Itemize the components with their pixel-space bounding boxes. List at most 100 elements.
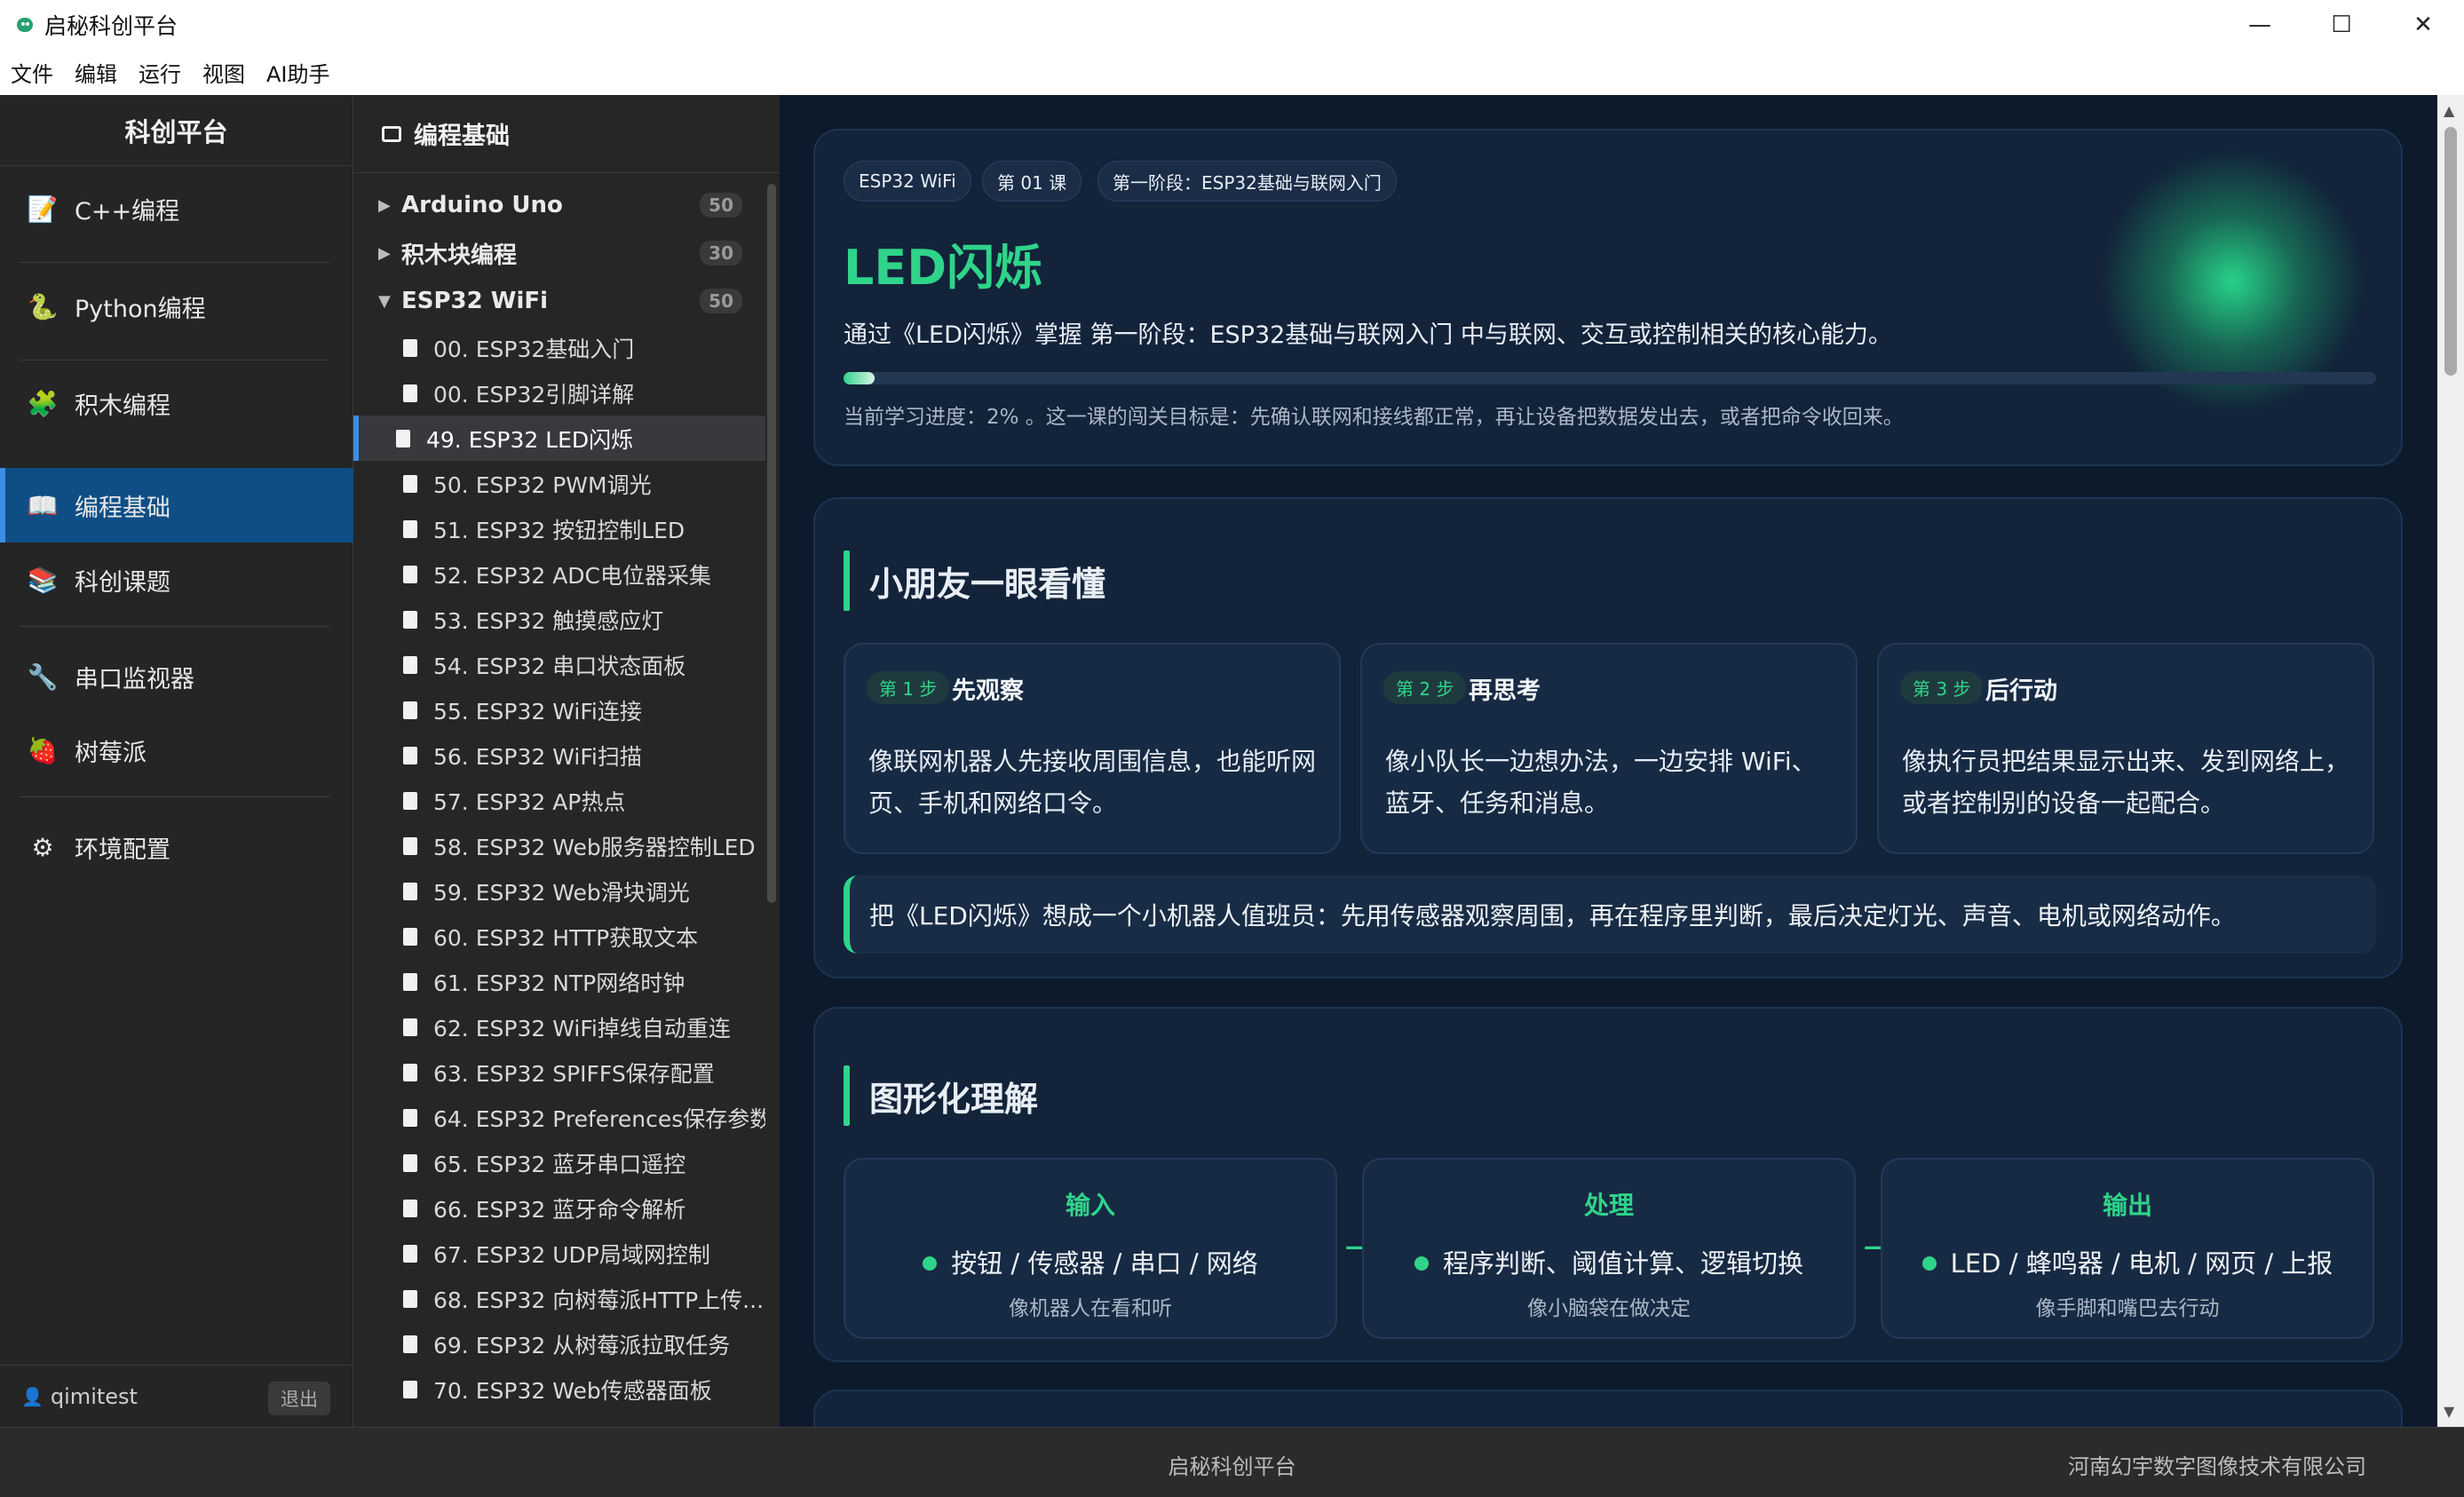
status-footer: 启秘科创平台 河南幻宇数字图像技术有限公司 bbox=[0, 1427, 2464, 1497]
document-icon bbox=[403, 655, 417, 674]
sidebar-item-env-config[interactable]: ⚙ 环境配置 bbox=[0, 810, 353, 884]
sidebar-item-cpp[interactable]: 📝 C++编程 bbox=[0, 171, 353, 246]
document-icon bbox=[403, 474, 417, 493]
count-badge: 50 bbox=[700, 289, 742, 313]
content-scrollbar[interactable]: ▲ ▼ bbox=[2437, 95, 2464, 1427]
lesson-item[interactable]: 59. ESP32 Web滑块调光 bbox=[353, 868, 765, 914]
lesson-item[interactable]: 55. ESP32 WiFi连接 bbox=[353, 687, 765, 733]
document-icon bbox=[403, 791, 417, 810]
lesson-item[interactable]: 58. ESP32 Web服务器控制LED bbox=[353, 823, 765, 868]
book-icon: 📖 bbox=[27, 490, 59, 520]
lesson-item[interactable]: 66. ESP32 蓝牙命令解析 bbox=[353, 1185, 765, 1231]
snake-icon: 🐍 bbox=[27, 291, 59, 321]
title-bar: 启秘科创平台 — ☐ ✕ bbox=[0, 0, 2464, 49]
sidebar-item-label: 串口监视器 bbox=[75, 665, 194, 693]
lesson-item[interactable]: 69. ESP32 从树莓派拉取任务 bbox=[353, 1321, 765, 1366]
menu-edit[interactable]: 编辑 bbox=[75, 57, 117, 88]
sidebar-brand: 科创平台 bbox=[0, 95, 353, 166]
lesson-item[interactable]: 60. ESP32 HTTP获取文本 bbox=[353, 914, 765, 959]
lesson-item[interactable]: 52. ESP32 ADC电位器采集 bbox=[353, 551, 765, 597]
lesson-item[interactable]: 00. ESP32基础入门 bbox=[353, 325, 765, 370]
course-tree: 编程基础 ▶ Arduino Uno 50 ▶ 积木块编程 30 ▼ ESP32… bbox=[353, 95, 780, 1427]
document-icon bbox=[403, 384, 417, 402]
flow-main-text: LED / 蜂鸣器 / 电机 / 网页 / 上报 bbox=[1950, 1248, 2333, 1279]
lesson-item[interactable]: 50. ESP32 PWM调光 bbox=[353, 461, 765, 506]
menu-view[interactable]: 视图 bbox=[202, 57, 245, 88]
lesson-content: ESP32 WiFi 第 01 课 第一阶段：ESP32基础与联网入门 LED闪… bbox=[780, 95, 2437, 1427]
tree-scrollbar[interactable] bbox=[767, 184, 776, 903]
close-button[interactable]: ✕ bbox=[2382, 0, 2464, 49]
step-title: 后行动 bbox=[1985, 677, 2057, 705]
lesson-label: 62. ESP32 WiFi掉线自动重连 bbox=[433, 1015, 731, 1042]
sidebar-item-python[interactable]: 🐍 Python编程 bbox=[0, 269, 353, 344]
lesson-label: 00. ESP32基础入门 bbox=[433, 336, 635, 362]
scrollbar-thumb[interactable] bbox=[2444, 127, 2457, 376]
lesson-label: 61. ESP32 NTP网络时钟 bbox=[433, 970, 685, 996]
lesson-item[interactable]: 63. ESP32 SPIFFS保存配置 bbox=[353, 1049, 765, 1095]
scroll-down-icon[interactable]: ▼ bbox=[2444, 1403, 2454, 1420]
lesson-item[interactable]: 65. ESP32 蓝牙串口遥控 bbox=[353, 1140, 765, 1185]
lesson-item[interactable]: 00. ESP32引脚详解 bbox=[353, 370, 765, 416]
maximize-button[interactable]: ☐ bbox=[2301, 0, 2382, 49]
count-badge: 50 bbox=[700, 193, 742, 218]
lesson-label: 56. ESP32 WiFi扫描 bbox=[433, 743, 642, 770]
menu-run[interactable]: 运行 bbox=[139, 57, 181, 88]
sidebar-item-serial-monitor[interactable]: 🔧 串口监视器 bbox=[0, 639, 353, 714]
lesson-title: LED闪烁 bbox=[844, 240, 1043, 296]
memo-icon: 📝 bbox=[27, 194, 59, 224]
sidebar-item-label: Python编程 bbox=[75, 295, 206, 323]
lesson-item[interactable]: 56. ESP32 WiFi扫描 bbox=[353, 733, 765, 778]
lesson-label: 00. ESP32引脚详解 bbox=[433, 381, 635, 408]
tree-category-esp32[interactable]: ▼ ESP32 WiFi 50 bbox=[353, 277, 762, 325]
lesson-item[interactable]: 61. ESP32 NTP网络时钟 bbox=[353, 959, 765, 1004]
tree-category-arduino[interactable]: ▶ Arduino Uno 50 bbox=[353, 181, 762, 229]
caret-right-icon: ▶ bbox=[378, 195, 391, 215]
section-title-text: 小朋友一眼看懂 bbox=[869, 564, 1106, 604]
lesson-item[interactable]: 68. ESP32 向树莓派HTTP上传... bbox=[353, 1276, 765, 1321]
sidebar-item-label: 积木编程 bbox=[75, 392, 170, 420]
menu-ai-assistant[interactable]: AI助手 bbox=[266, 57, 330, 88]
user-bar: 👤 qimitest 退出 bbox=[0, 1365, 353, 1427]
lesson-item[interactable]: 54. ESP32 串口状态面板 bbox=[353, 642, 765, 687]
document-icon bbox=[403, 927, 417, 946]
lesson-item[interactable]: 49. ESP32 LED闪烁 bbox=[353, 416, 765, 461]
minimize-button[interactable]: — bbox=[2219, 0, 2301, 49]
document-icon bbox=[403, 701, 417, 719]
lesson-label: 64. ESP32 Preferences保存参数 bbox=[433, 1105, 765, 1132]
sidebar-item-blocks[interactable]: 🧩 积木编程 bbox=[0, 366, 353, 440]
step-text: 像小队长一边想办法，一边安排 WiFi、蓝牙、任务和消息。 bbox=[1385, 747, 1817, 818]
step-text: 像联网机器人先接收周围信息，也能听网页、手机和网络口令。 bbox=[868, 747, 1317, 818]
document-icon bbox=[403, 1380, 417, 1398]
lesson-item[interactable]: 67. ESP32 UDP局域网控制 bbox=[353, 1231, 765, 1276]
lesson-label: 49. ESP32 LED闪烁 bbox=[426, 426, 634, 453]
logout-button[interactable]: 退出 bbox=[268, 1382, 330, 1415]
lesson-label: 55. ESP32 WiFi连接 bbox=[433, 698, 642, 725]
tree-category-blocks[interactable]: ▶ 积木块编程 30 bbox=[353, 229, 762, 277]
section-title: 图形化理解 bbox=[844, 1065, 1038, 1126]
document-icon bbox=[403, 882, 417, 900]
lesson-label: 58. ESP32 Web服务器控制LED bbox=[433, 834, 756, 860]
step-title: 再思考 bbox=[1469, 677, 1541, 705]
lesson-label: 63. ESP32 SPIFFS保存配置 bbox=[433, 1060, 715, 1087]
flow-output-box: 输出 LED / 蜂鸣器 / 电机 / 网页 / 上报 像手脚和嘴巴去行动 bbox=[1881, 1158, 2374, 1339]
progress-fill bbox=[844, 372, 875, 384]
lesson-item[interactable]: 57. ESP32 AP热点 bbox=[353, 778, 765, 823]
lesson-item[interactable]: 51. ESP32 按钮控制LED bbox=[353, 506, 765, 551]
document-icon bbox=[403, 836, 417, 855]
visual-understanding-card: 图形化理解 输入 按钮 / 传感器 / 串口 / 网络 像机器人在看和听 → 处… bbox=[813, 1007, 2403, 1362]
kids-overview-card: 小朋友一眼看懂 第 1 步 先观察 像联网机器人先接收周围信息，也能听网页、手机… bbox=[813, 497, 2403, 978]
menu-file[interactable]: 文件 bbox=[11, 57, 53, 88]
lesson-item[interactable]: 64. ESP32 Preferences保存参数 bbox=[353, 1095, 765, 1140]
lesson-item[interactable]: 62. ESP32 WiFi掉线自动重连 bbox=[353, 1004, 765, 1049]
sidebar-item-basics[interactable]: 📖 编程基础 bbox=[0, 468, 353, 543]
lesson-item[interactable]: 53. ESP32 触摸感应灯 bbox=[353, 597, 765, 642]
flow-sub-text: 像小脑袋在做决定 bbox=[1527, 1297, 1691, 1320]
sidebar-item-label: 编程基础 bbox=[75, 494, 170, 522]
lesson-label: 68. ESP32 向树莓派HTTP上传... bbox=[433, 1287, 765, 1313]
scroll-up-icon[interactable]: ▲ bbox=[2444, 102, 2454, 119]
step-card-3: 第 3 步 后行动 像执行员把结果显示出来、发到网络上，或者控制别的设备一起配合… bbox=[1877, 643, 2374, 854]
username: qimitest bbox=[50, 1383, 138, 1409]
sidebar-item-projects[interactable]: 📚 科创课题 bbox=[0, 543, 353, 617]
lesson-item[interactable]: 70. ESP32 Web传感器面板 bbox=[353, 1366, 765, 1412]
sidebar-item-raspberry-pi[interactable]: 🍓 树莓派 bbox=[0, 713, 353, 788]
